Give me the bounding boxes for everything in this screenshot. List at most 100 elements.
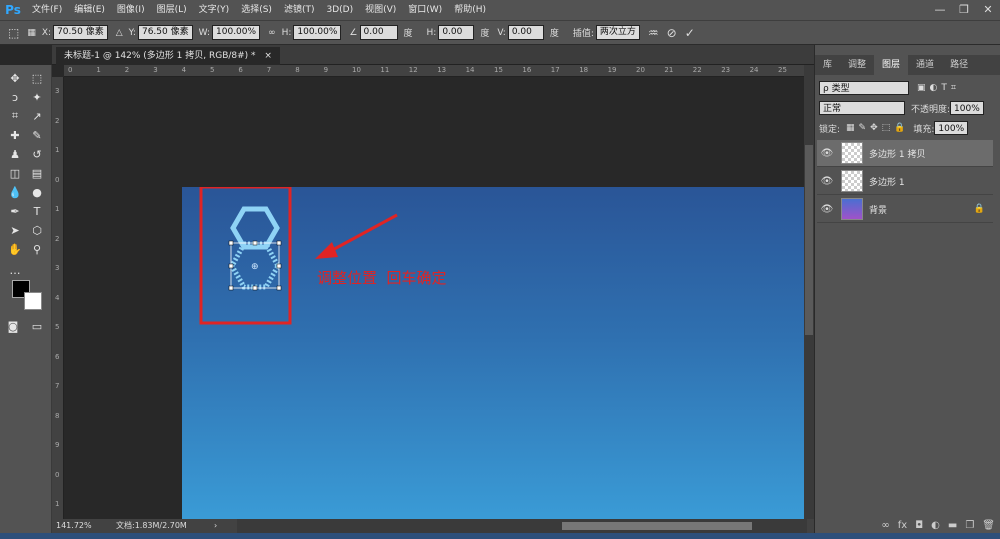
- menu-select[interactable]: 选择(S): [235, 0, 278, 20]
- delete-layer-icon[interactable]: 🗑: [982, 520, 995, 531]
- horizontal-scroll-thumb[interactable]: [562, 522, 752, 530]
- menu-view[interactable]: 视图(V): [359, 0, 402, 20]
- ruler-vertical: 3 2 1 0 1 2 3 4 5 6 7 8 9 0 1: [52, 77, 64, 519]
- status-menu-arrow[interactable]: ›: [214, 519, 217, 533]
- vertical-scroll-thumb[interactable]: [805, 145, 813, 335]
- blend-mode-select[interactable]: 正常: [819, 101, 905, 115]
- delta-icon[interactable]: △: [116, 28, 123, 38]
- lock-icon[interactable]: 🔒: [974, 204, 985, 214]
- type-tool-icon[interactable]: T: [28, 202, 46, 220]
- eyedropper-icon[interactable]: ↗: [28, 107, 46, 125]
- ruler-tick: 6: [238, 66, 243, 74]
- menu-image[interactable]: 图像(I): [111, 0, 151, 20]
- angle-field[interactable]: 0.00: [359, 25, 398, 40]
- brush-tool-icon[interactable]: ✎: [28, 126, 46, 144]
- close-button[interactable]: ✕: [976, 0, 1000, 20]
- new-layer-icon[interactable]: ❐: [965, 520, 974, 531]
- screen-mode-icon[interactable]: ▭: [28, 317, 46, 335]
- link-layers-icon[interactable]: ∞: [881, 520, 889, 531]
- magic-wand-icon[interactable]: ✦: [28, 88, 46, 106]
- menu-window[interactable]: 窗口(W): [402, 0, 448, 20]
- menu-type[interactable]: 文字(Y): [193, 0, 236, 20]
- dodge-tool-icon[interactable]: ●: [28, 183, 46, 201]
- ruler-tick: 21: [664, 66, 674, 74]
- vertical-scrollbar[interactable]: [804, 65, 814, 519]
- warp-icon[interactable]: ♒: [648, 26, 659, 40]
- opacity-field[interactable]: 100%: [950, 101, 984, 115]
- layer-filter-select[interactable]: ρ 类型: [819, 81, 909, 95]
- minimize-button[interactable]: —: [928, 0, 952, 20]
- clone-stamp-icon[interactable]: ♟: [6, 145, 24, 163]
- adjustment-layer-icon[interactable]: ◐: [931, 520, 940, 531]
- filter-icons[interactable]: ▣◐T⌗: [917, 83, 960, 93]
- close-tab-icon[interactable]: ×: [264, 51, 272, 61]
- menu-filter[interactable]: 滤镜(T): [278, 0, 321, 20]
- tab-adjustments[interactable]: 调整: [840, 55, 874, 75]
- more-tools-icon[interactable]: …: [6, 261, 24, 279]
- new-group-icon[interactable]: ▬: [948, 520, 957, 531]
- link-icon[interactable]: ∞: [268, 28, 276, 38]
- hand-tool-icon[interactable]: ✋: [6, 240, 24, 258]
- visibility-eye-icon[interactable]: 👁: [817, 204, 837, 215]
- height-field[interactable]: 100.00%: [293, 25, 342, 40]
- width-field[interactable]: 100.00%: [212, 25, 261, 40]
- crop-tool-icon[interactable]: ⌗: [6, 107, 24, 125]
- layer-polygon[interactable]: 👁 多边形 1: [817, 168, 993, 195]
- document-canvas[interactable]: ⊕ 调整位置 回车确定: [182, 187, 804, 519]
- menu-help[interactable]: 帮助(H): [448, 0, 492, 20]
- menu-edit[interactable]: 编辑(E): [68, 0, 111, 20]
- y-label: Y:: [128, 27, 136, 38]
- lock-icons[interactable]: ▦✎✥⬚🔒: [846, 123, 909, 133]
- zoom-tool-icon[interactable]: ⚲: [28, 240, 46, 258]
- menu-layer[interactable]: 图层(L): [151, 0, 193, 20]
- healing-brush-icon[interactable]: ✚: [6, 126, 24, 144]
- layer-style-icon[interactable]: fx: [898, 520, 907, 531]
- maximize-button[interactable]: ❐: [952, 0, 976, 20]
- commit-icon[interactable]: ✓: [685, 26, 695, 40]
- lasso-tool-icon[interactable]: ↄ: [6, 88, 24, 106]
- panel-tabs: 库 调整 图层 通道 路径: [815, 55, 1000, 75]
- transform-handle: [276, 285, 282, 291]
- document-tab-bar: 未标题-1 @ 142% (多边形 1 拷贝, RGB/8#) * ×: [52, 45, 814, 65]
- document-info[interactable]: 文档:1.83M/2.70M: [116, 519, 187, 533]
- blur-tool-icon[interactable]: 💧: [6, 183, 24, 201]
- menu-3d[interactable]: 3D(D): [320, 0, 359, 20]
- visibility-eye-icon[interactable]: 👁: [817, 176, 837, 187]
- reference-point-icon[interactable]: ▦: [27, 28, 36, 38]
- gradient-tool-icon[interactable]: ▤: [28, 164, 46, 182]
- y-field[interactable]: 76.50 像素: [137, 25, 193, 40]
- document-tab[interactable]: 未标题-1 @ 142% (多边形 1 拷贝, RGB/8#) * ×: [56, 47, 280, 65]
- menu-file[interactable]: 文件(F): [26, 0, 68, 20]
- w-label: W:: [198, 27, 211, 38]
- x-field[interactable]: 70.50 像素: [53, 25, 108, 40]
- fill-field[interactable]: 100%: [934, 121, 969, 135]
- cancel-icon[interactable]: ⊘: [667, 26, 677, 40]
- tab-library[interactable]: 库: [815, 55, 840, 75]
- tab-layers[interactable]: 图层: [874, 55, 909, 75]
- quick-mask-icon[interactable]: ◙: [4, 317, 22, 335]
- eraser-icon[interactable]: ◫: [6, 164, 24, 182]
- layer-background[interactable]: 👁 背景 🔒: [817, 196, 993, 223]
- interpolation-select[interactable]: 两次立方: [595, 25, 640, 40]
- shape-tool-icon[interactable]: ⬡: [28, 221, 46, 239]
- path-selection-icon[interactable]: ➤: [6, 221, 24, 239]
- canvas-area[interactable]: ⊕ 调整位置 回车确定: [64, 77, 804, 519]
- transform-tool-icon[interactable]: ⬚: [8, 26, 19, 40]
- tab-paths[interactable]: 路径: [942, 55, 976, 75]
- layer-polygon-copy[interactable]: 👁 多边形 1 拷贝: [817, 140, 993, 167]
- pen-tool-icon[interactable]: ✒: [6, 202, 24, 220]
- move-tool-icon[interactable]: ✥: [6, 69, 24, 87]
- hskew-field[interactable]: 0.00: [438, 25, 475, 40]
- background-color-swatch[interactable]: [24, 292, 42, 310]
- ruler-tick: 9: [55, 441, 60, 449]
- history-brush-icon[interactable]: ↺: [28, 145, 46, 163]
- horizontal-scrollbar[interactable]: [237, 519, 807, 533]
- layer-filter-row: ρ 类型 ▣◐T⌗: [819, 80, 993, 96]
- zoom-level[interactable]: 141.72%: [56, 519, 92, 533]
- marquee-tool-icon[interactable]: ⬚: [28, 69, 46, 87]
- visibility-eye-icon[interactable]: 👁: [817, 148, 837, 159]
- tab-channels[interactable]: 通道: [908, 55, 942, 75]
- vskew-field[interactable]: 0.00: [507, 25, 544, 40]
- transform-handle: [228, 263, 234, 269]
- add-mask-icon[interactable]: ◘: [915, 520, 923, 531]
